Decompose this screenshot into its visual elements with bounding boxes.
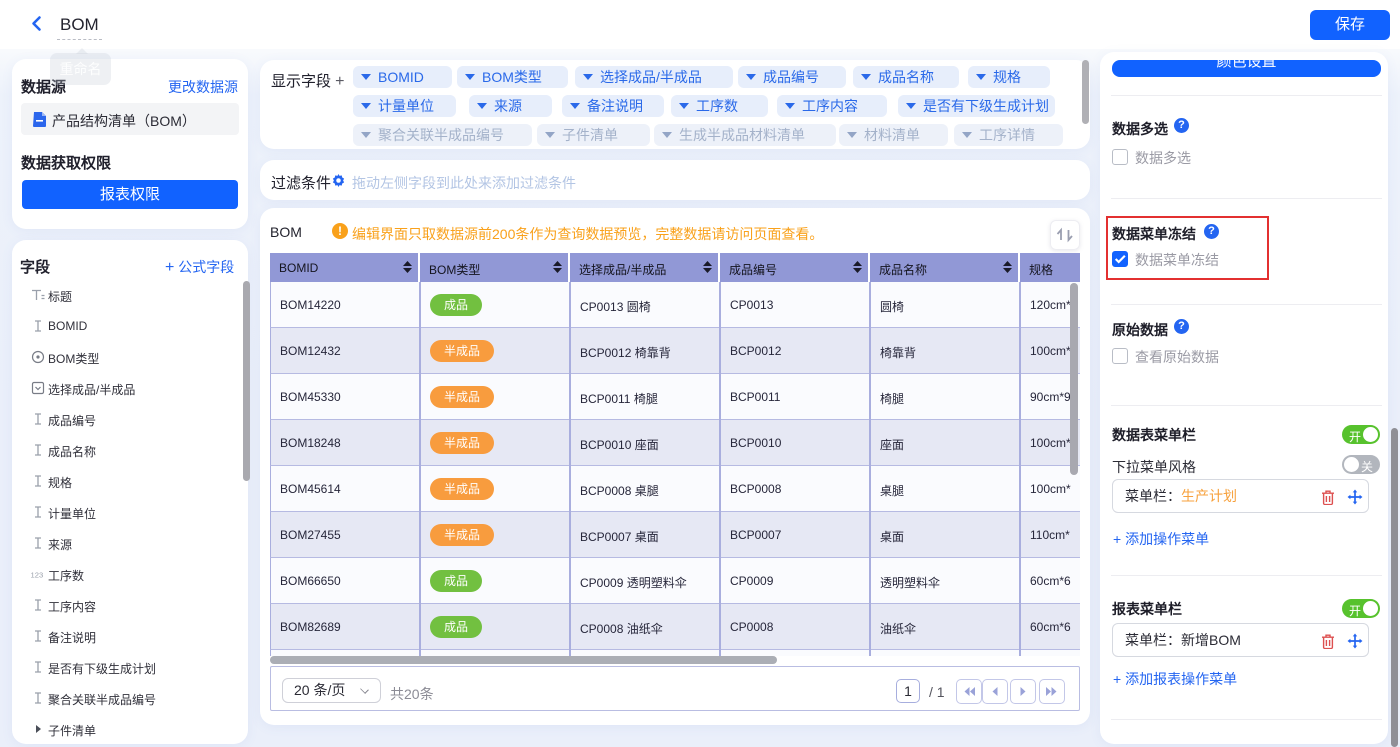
svg-text:123: 123 [31, 571, 43, 580]
